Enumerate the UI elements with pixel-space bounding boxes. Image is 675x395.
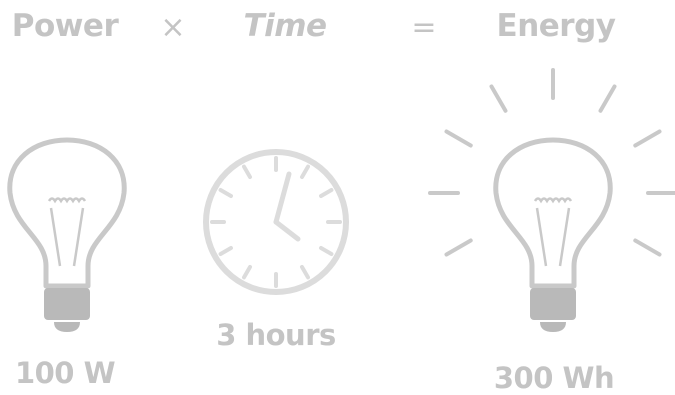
power-time-energy-diagram: { "headings": { "power": "Power", "times… — [0, 0, 675, 395]
multiply-sign: × — [160, 10, 186, 45]
equals-sign: = — [411, 10, 437, 45]
power-value: 100 W — [14, 356, 116, 390]
time-heading: Time — [243, 8, 327, 44]
energy-value: 300 Wh — [493, 361, 615, 395]
glowing-light-bulb-icon — [428, 68, 675, 332]
clock-icon — [203, 149, 349, 295]
power-heading: Power — [11, 8, 119, 44]
energy-heading: Energy — [496, 8, 616, 44]
light-bulb-icon — [7, 137, 127, 332]
time-value: 3 hours — [216, 318, 336, 352]
